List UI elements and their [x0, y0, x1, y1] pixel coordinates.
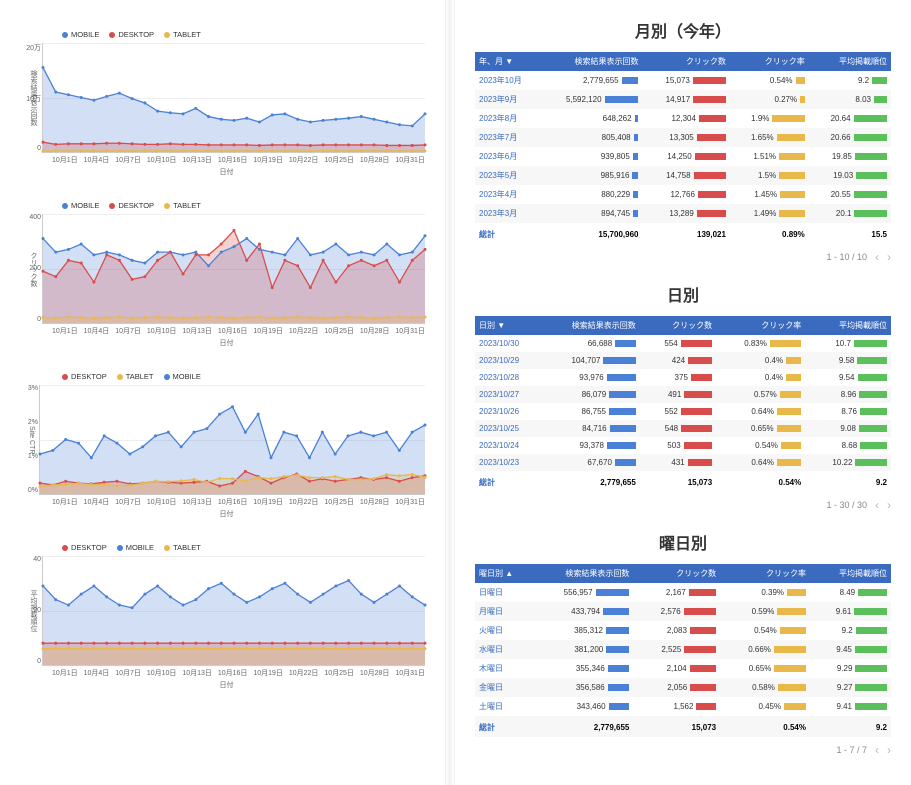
pager: 1 - 10 / 10 ‹ ›	[475, 250, 891, 264]
table-row[interactable]: 2023/10/28 93,976 375 0.4% 9.54	[475, 369, 891, 386]
data-table: 曜日別 ▲検索結果表示回数クリック数クリック率平均掲載順位 日曜日 556,95…	[475, 564, 891, 737]
table-row[interactable]: 2023/10/23 67,670 431 0.64% 10.22	[475, 454, 891, 471]
table-row[interactable]: 2023/10/27 86,079 491 0.57% 8.96	[475, 386, 891, 403]
pager: 1 - 7 / 7 ‹ ›	[475, 743, 891, 757]
table-row[interactable]: 火曜日 385,312 2,083 0.54% 9.2	[475, 621, 891, 640]
table-row[interactable]: 木曜日 355,346 2,104 0.65% 9.29	[475, 659, 891, 678]
charts-column: MOBILEDESKTOPTABLET 検索結果表示回数20万10万0 10月1…	[0, 0, 445, 785]
legend: DESKTOPTABLETMOBILE	[28, 372, 425, 381]
table-row[interactable]: 土曜日 343,460 1,562 0.45% 9.41	[475, 697, 891, 716]
table-row[interactable]: 2023年9月 5,592,120 14,917 0.27% 8.03	[475, 90, 891, 109]
table-row[interactable]: 2023年8月 648,262 12,304 1.9% 20.64	[475, 109, 891, 128]
data-table: 日別 ▼検索結果表示回数クリック数クリック率平均掲載順位 2023/10/30 …	[475, 316, 891, 492]
page-info: 1 - 7 / 7	[836, 745, 867, 755]
table-row[interactable]: 月曜日 433,794 2,576 0.59% 9.61	[475, 602, 891, 621]
col-header[interactable]: クリック数	[633, 564, 720, 583]
table-title: 日別	[475, 282, 891, 306]
data-table: 年、月 ▼検索結果表示回数クリック数クリック率平均掲載順位 2023年10月 2…	[475, 52, 891, 244]
legend: DESKTOPMOBILETABLET	[28, 543, 425, 552]
table-row[interactable]: 水曜日 381,200 2,525 0.66% 9.45	[475, 640, 891, 659]
col-header[interactable]: 年、月 ▼	[475, 52, 540, 71]
page-divider	[445, 0, 455, 785]
page-info: 1 - 30 / 30	[826, 500, 867, 510]
prev-page-icon[interactable]: ‹	[875, 250, 879, 264]
table-row[interactable]: 2023年5月 985,916 14,758 1.5% 19.03	[475, 166, 891, 185]
legend: MOBILEDESKTOPTABLET	[28, 201, 425, 210]
chart-ctr: DESKTOPTABLETMOBILE Site CTR3%2%1%0% 10月…	[28, 372, 425, 519]
table-row[interactable]: 2023年3月 894,745 13,289 1.49% 20.1	[475, 204, 891, 223]
totals-row: 総計2,779,65515,0730.54%9.2	[475, 471, 891, 492]
chart-impressions: MOBILEDESKTOPTABLET 検索結果表示回数20万10万0 10月1…	[28, 30, 425, 177]
col-header[interactable]: クリック数	[640, 316, 716, 335]
table-row[interactable]: 2023年4月 880,229 12,766 1.45% 20.55	[475, 185, 891, 204]
col-header[interactable]: 平均掲載順位	[805, 316, 891, 335]
col-header[interactable]: 平均掲載順位	[809, 52, 891, 71]
legend: MOBILEDESKTOPTABLET	[28, 30, 425, 39]
next-page-icon[interactable]: ›	[887, 250, 891, 264]
tables-column: 月別（今年） 年、月 ▼検索結果表示回数クリック数クリック率平均掲載順位 202…	[455, 0, 911, 785]
table-row[interactable]: 2023/10/29 104,707 424 0.4% 9.58	[475, 352, 891, 369]
col-header[interactable]: 検索結果表示回数	[540, 52, 643, 71]
col-header[interactable]: クリック率	[716, 316, 805, 335]
next-page-icon[interactable]: ›	[887, 743, 891, 757]
col-header[interactable]: 検索結果表示回数	[533, 564, 634, 583]
page-info: 1 - 10 / 10	[826, 252, 867, 262]
chart-position: DESKTOPMOBILETABLET 平均掲載順位40200 10月1日10月…	[28, 543, 425, 690]
table-row[interactable]: 2023/10/25 84,716 548 0.65% 9.08	[475, 420, 891, 437]
prev-page-icon[interactable]: ‹	[875, 743, 879, 757]
next-page-icon[interactable]: ›	[887, 498, 891, 512]
table-row[interactable]: 2023/10/30 66,688 554 0.83% 10.7	[475, 335, 891, 352]
table-row[interactable]: 日曜日 556,957 2,167 0.39% 8.49	[475, 583, 891, 602]
table-title: 曜日別	[475, 530, 891, 554]
chart-clicks: MOBILEDESKTOPTABLET クリック数4002000 10月1日10…	[28, 201, 425, 348]
col-header[interactable]: 平均掲載順位	[810, 564, 891, 583]
col-header[interactable]: クリック率	[720, 564, 810, 583]
col-header[interactable]: 曜日別 ▲	[475, 564, 533, 583]
table-row[interactable]: 2023年7月 805,408 13,305 1.65% 20.66	[475, 128, 891, 147]
pager: 1 - 30 / 30 ‹ ›	[475, 498, 891, 512]
col-header[interactable]: クリック率	[730, 52, 809, 71]
table-row[interactable]: 2023/10/24 93,378 503 0.54% 8.68	[475, 437, 891, 454]
table-row[interactable]: 2023年10月 2,779,655 15,073 0.54% 9.2	[475, 71, 891, 90]
table-title: 月別（今年）	[475, 18, 891, 42]
totals-row: 総計15,700,960139,0210.89%15.5	[475, 223, 891, 244]
table-row[interactable]: 2023/10/26 86,755 552 0.64% 8.76	[475, 403, 891, 420]
col-header[interactable]: 日別 ▼	[475, 316, 541, 335]
col-header[interactable]: 検索結果表示回数	[541, 316, 640, 335]
totals-row: 総計2,779,65515,0730.54%9.2	[475, 716, 891, 737]
table-row[interactable]: 金曜日 356,586 2,056 0.58% 9.27	[475, 678, 891, 697]
col-header[interactable]: クリック数	[642, 52, 729, 71]
table-row[interactable]: 2023年6月 939,805 14,250 1.51% 19.85	[475, 147, 891, 166]
prev-page-icon[interactable]: ‹	[875, 498, 879, 512]
